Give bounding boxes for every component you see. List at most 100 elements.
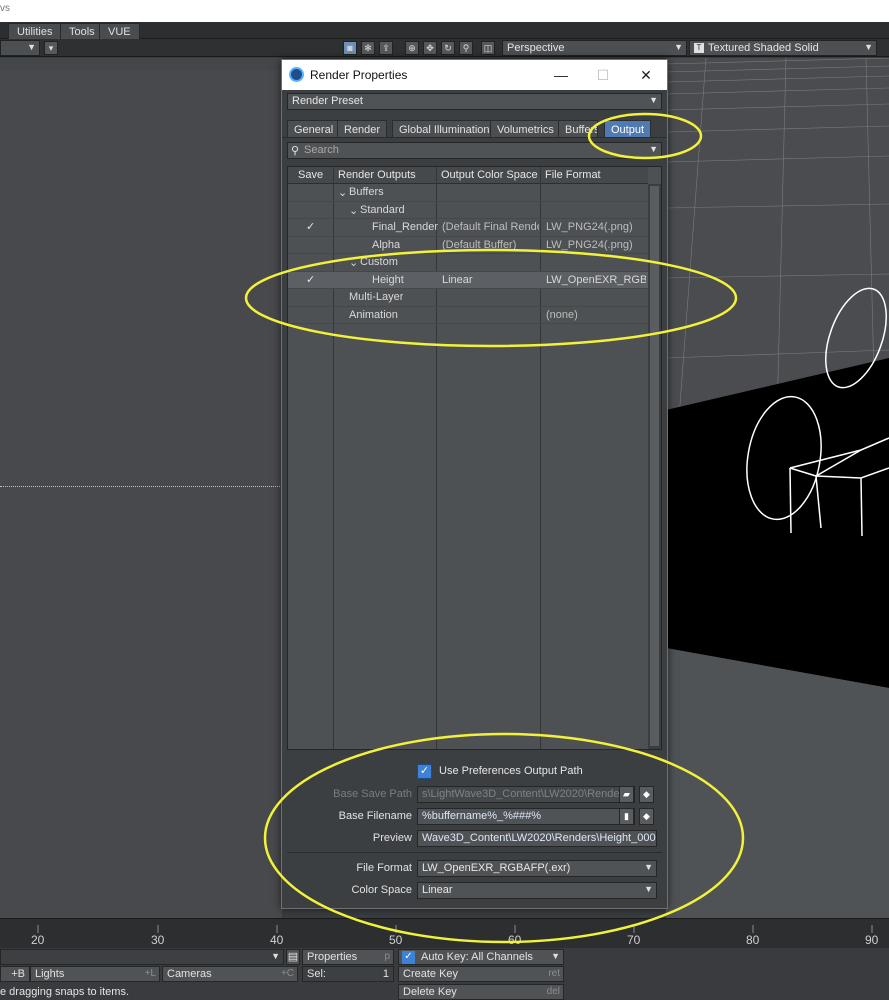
cameras-button[interactable]: Cameras +C: [162, 966, 298, 982]
rotate-icon[interactable]: ↻: [441, 41, 455, 55]
row-output: Standard: [360, 203, 405, 216]
maximize-viewport-icon[interactable]: ◫: [481, 41, 495, 55]
minimize-button[interactable]: —: [547, 64, 575, 86]
table-scrollbar[interactable]: [648, 184, 661, 749]
table-row[interactable]: Animation (none): [288, 307, 648, 324]
save-check[interactable]: ✓: [306, 273, 315, 286]
use-preferences-output-path-checkbox[interactable]: ✓: [417, 764, 432, 779]
zoom-icon[interactable]: ⚲: [459, 41, 473, 55]
bones-shortcut[interactable]: +B: [0, 966, 30, 982]
lights-shortcut: +L: [144, 968, 156, 979]
camera-icon[interactable]: ◙: [343, 41, 357, 55]
chevron-down-icon[interactable]: ▾: [44, 41, 58, 55]
row-format[interactable]: LW_PNG24(.png): [546, 239, 633, 251]
tab-render[interactable]: Render: [337, 120, 388, 138]
create-key-button[interactable]: Create Key ret: [398, 966, 564, 982]
gear-icon[interactable]: ✻: [361, 41, 375, 55]
row-format[interactable]: (none): [546, 309, 578, 321]
tab-volumetrics[interactable]: Volumetrics: [490, 120, 561, 138]
search-field[interactable]: ⚲ Search ▼: [287, 142, 662, 159]
delete-key-button[interactable]: Delete Key del: [398, 984, 564, 1000]
menu-tab-tools[interactable]: Tools: [60, 23, 104, 39]
timeline-tick-label: 60: [508, 933, 522, 947]
row-expand-icon[interactable]: ⌄: [338, 186, 347, 199]
lights-button[interactable]: Lights +L: [30, 966, 160, 982]
table-row-selected[interactable]: ✓ Height Linear LW_OpenEXR_RGBAFP: [288, 271, 648, 289]
column-header-render-outputs[interactable]: Render Outputs: [338, 169, 416, 181]
save-check[interactable]: ✓: [306, 220, 315, 233]
menu-tab-vue[interactable]: VUE: [99, 23, 140, 39]
section-divider: [287, 852, 662, 853]
base-save-path-value: s\LightWave3D_Content\LW2020\Renders: [422, 788, 629, 800]
tab-divider: [282, 137, 667, 138]
color-space-dropdown[interactable]: Linear ▼: [417, 882, 657, 899]
table-row[interactable]: ⌄ Custom: [288, 254, 648, 272]
center-icon[interactable]: ⊕: [405, 41, 419, 55]
chevron-down-icon: ▼: [644, 884, 653, 894]
left-view-dropdown[interactable]: ▼: [0, 40, 40, 56]
row-color-space[interactable]: Linear: [442, 274, 473, 286]
lightwave-app-icon: [289, 67, 304, 82]
base-save-path-field[interactable]: s\LightWave3D_Content\LW2020\Renders: [417, 786, 635, 803]
pin-icon[interactable]: ◆: [639, 786, 654, 803]
left-viewport[interactable]: [0, 58, 282, 918]
row-expand-icon[interactable]: ⌄: [349, 256, 358, 269]
row-format[interactable]: LW_PNG24(.png): [546, 221, 633, 233]
file-format-value: LW_OpenEXR_RGBAFP(.exr): [422, 862, 571, 874]
render-style-dropdown[interactable]: T Textured Shaded Solid ▼: [689, 40, 877, 56]
row-format[interactable]: LW_OpenEXR_RGBAFP: [546, 274, 646, 286]
view-mode-dropdown[interactable]: Perspective ▼: [502, 40, 687, 56]
table-row[interactable]: ✓ Final_Render (Default Final Render) LW…: [288, 219, 648, 237]
list-icon[interactable]: ▤: [286, 949, 300, 965]
item-dropdown[interactable]: ▼: [0, 949, 284, 965]
table-row[interactable]: ⌄ Buffers: [288, 184, 648, 202]
folder-icon[interactable]: ▰: [619, 786, 634, 803]
viewport-toolbar: ▼ ▾ ◙ ✻ ⇪ ⊕ ✥ ↻ ⚲ ◫ Perspective ▼ T Text…: [0, 39, 889, 57]
table-row[interactable]: Alpha (Default Buffer) LW_PNG24(.png): [288, 237, 648, 254]
pin-icon[interactable]: ◆: [639, 808, 654, 825]
base-filename-label: Base Filename: [338, 810, 412, 822]
render-properties-dialog: Render Properties — ☐ ✕ Render Preset ▼ …: [281, 59, 668, 909]
row-expand-icon[interactable]: ⌄: [349, 204, 358, 217]
timeline[interactable]: 20 30 40 50 60 70 80 90: [0, 918, 889, 948]
tab-global-illumination[interactable]: Global Illumination: [392, 120, 497, 138]
menu-tab-utilities[interactable]: Utilities: [8, 23, 62, 39]
auto-key-dropdown[interactable]: ✓ Auto Key: All Channels ▼: [398, 949, 564, 965]
create-key-label: Create Key: [403, 968, 459, 980]
move-icon[interactable]: ✥: [423, 41, 437, 55]
color-space-label: Color Space: [351, 884, 412, 896]
base-filename-field[interactable]: %buffername%_%###%: [417, 808, 635, 825]
delete-key-label: Delete Key: [403, 986, 457, 998]
render-preset-dropdown[interactable]: Render Preset ▼: [287, 93, 662, 110]
dialog-titlebar[interactable]: Render Properties — ☐ ✕: [282, 60, 667, 90]
window-title: vs: [0, 3, 10, 14]
maximize-button[interactable]: ☐: [589, 64, 617, 86]
row-output: Custom: [360, 256, 398, 268]
scrollbar-thumb[interactable]: [650, 186, 659, 746]
chevron-down-icon: ▼: [649, 95, 658, 105]
close-button[interactable]: ✕: [632, 64, 660, 86]
use-preferences-output-path-label: Use Preferences Output Path: [439, 765, 583, 777]
timeline-tick-label: 20: [31, 933, 45, 947]
tab-general[interactable]: General: [287, 120, 341, 138]
row-color-space[interactable]: (Default Buffer): [442, 239, 539, 251]
left-viewport-canvas[interactable]: [0, 70, 282, 918]
column-header-file-format[interactable]: File Format: [545, 169, 601, 181]
table-row[interactable]: ⌄ Standard: [288, 202, 648, 219]
row-color-space[interactable]: (Default Final Render): [442, 221, 539, 233]
selection-count: Sel: 1: [302, 966, 394, 982]
tab-buffers[interactable]: Buffers: [558, 120, 598, 138]
properties-button[interactable]: Properties p: [302, 949, 394, 965]
table-row[interactable]: Multi-Layer: [288, 289, 648, 307]
column-header-save[interactable]: Save: [298, 169, 323, 181]
perspective-viewport[interactable]: [666, 58, 889, 918]
dialog-tabs: General Render Global Illumination Volum…: [282, 120, 667, 138]
properties-shortcut: p: [384, 951, 390, 962]
file-format-dropdown[interactable]: LW_OpenEXR_RGBAFP(.exr) ▼: [417, 860, 657, 877]
tab-output[interactable]: Output: [604, 120, 652, 138]
column-header-output-color-space[interactable]: Output Color Space: [441, 169, 538, 181]
file-icon[interactable]: ▮: [619, 808, 634, 825]
timeline-tick-label: 40: [270, 933, 284, 947]
properties-label: Properties: [307, 951, 358, 963]
export-icon[interactable]: ⇪: [379, 41, 393, 55]
